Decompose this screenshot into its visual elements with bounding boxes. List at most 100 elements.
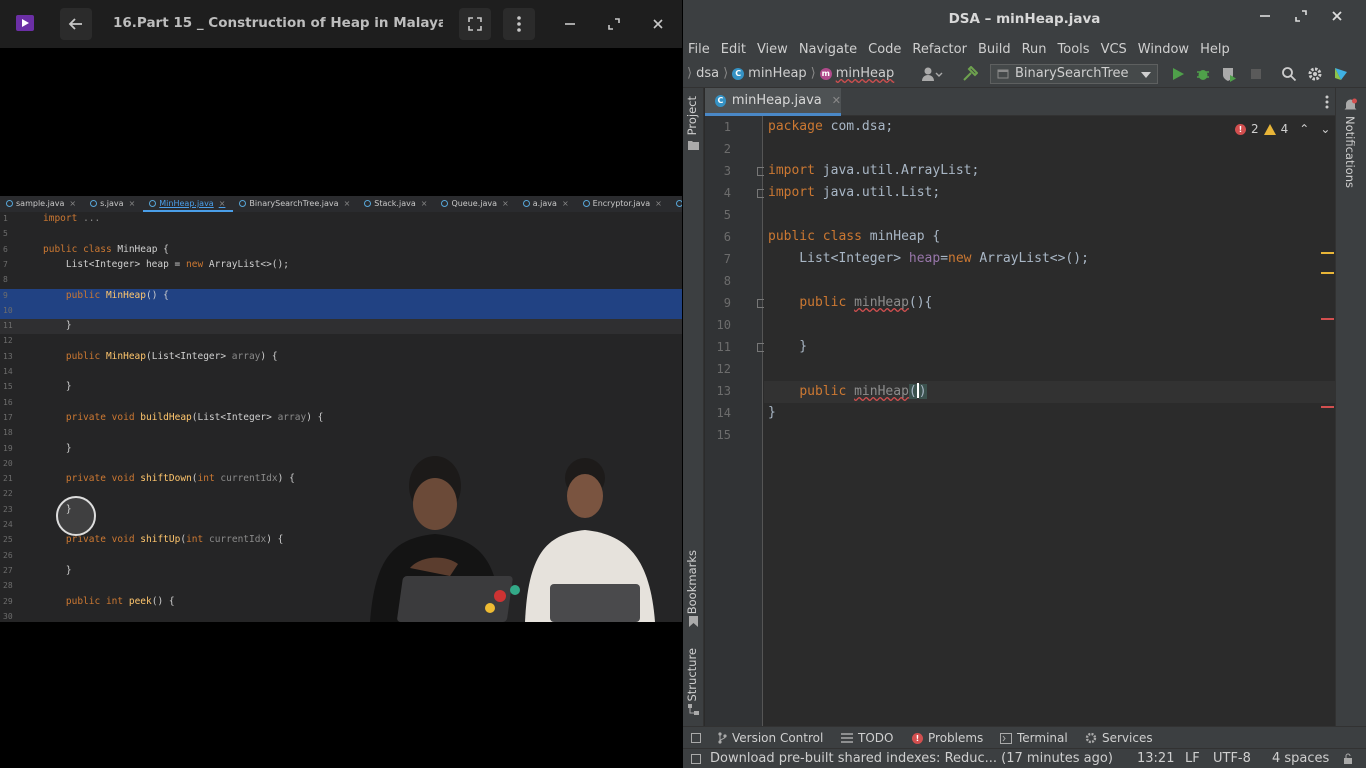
video-line-text: }: [43, 442, 72, 454]
menu-help[interactable]: Help: [1200, 42, 1230, 57]
more-options-button[interactable]: [503, 8, 535, 40]
run-with-coverage-button[interactable]: [1221, 66, 1237, 82]
bookmarks-tool-button[interactable]: Bookmarks: [685, 550, 699, 614]
menu-build[interactable]: Build: [978, 42, 1011, 57]
video-line-number: 12: [3, 336, 13, 346]
problems-tool-button[interactable]: ! Problems: [912, 731, 983, 745]
services-icon: [1085, 732, 1097, 744]
fullscreen-button[interactable]: [459, 8, 491, 40]
code-editor[interactable]: package com.dsa; import java.util.ArrayLi…: [764, 116, 1335, 726]
video-line-text: public class MinHeap {: [43, 243, 169, 255]
run-configuration-select[interactable]: BinarySearchTree: [990, 64, 1158, 84]
video-line-text: }: [43, 381, 72, 393]
video-frame[interactable]: sample.java × s.java × MinHeap.java × BinarySe…: [0, 196, 682, 622]
menu-tools[interactable]: Tools: [1058, 42, 1090, 57]
run-button[interactable]: [1170, 66, 1186, 82]
menu-edit[interactable]: Edit: [721, 42, 746, 57]
terminal-label: Terminal: [1017, 731, 1068, 745]
todo-tool-button[interactable]: TODO: [841, 731, 893, 745]
app-logo-icon: [16, 15, 34, 31]
menu-vcs[interactable]: VCS: [1101, 42, 1127, 57]
arrow-left-icon: [68, 18, 82, 30]
ide-close-button[interactable]: [1328, 10, 1346, 28]
folder-icon: [688, 141, 699, 150]
video-title: 16.Part 15 _ Construction of Heap in Mal…: [113, 15, 443, 31]
line-number: 4: [723, 186, 731, 200]
caret-position[interactable]: 13:21: [1137, 751, 1174, 766]
settings-button[interactable]: [1307, 66, 1323, 82]
video-code-line: 19 }: [0, 442, 682, 457]
warning-count: 4: [1280, 122, 1289, 136]
video-tab: BinarySearchTree.java ×: [233, 196, 358, 212]
video-line-text: }: [43, 320, 72, 332]
user-account-button[interactable]: [921, 66, 943, 82]
menu-navigate[interactable]: Navigate: [799, 42, 857, 57]
lock-icon[interactable]: [1343, 753, 1355, 765]
error-count: 2: [1251, 122, 1259, 136]
error-stripe-mark[interactable]: [1321, 318, 1334, 320]
services-tool-button[interactable]: Services: [1085, 731, 1153, 745]
video-line-number: 11: [3, 321, 13, 331]
video-line-text: private void shiftUp(int currentIdx) {: [65, 534, 284, 546]
version-control-tool-button[interactable]: Version Control: [717, 731, 823, 745]
stop-button[interactable]: [1248, 66, 1264, 82]
close-tab-icon[interactable]: ✕: [832, 94, 841, 107]
bookmark-icon: [689, 616, 698, 627]
notifications-tool-button[interactable]: Notifications: [1343, 116, 1357, 188]
back-button[interactable]: [60, 8, 92, 40]
chevron-up-icon[interactable]: ⌃: [1299, 122, 1309, 136]
breadcrumb-class[interactable]: minHeap: [748, 66, 807, 81]
menu-window[interactable]: Window: [1138, 42, 1189, 57]
build-button[interactable]: [962, 65, 979, 82]
player-close-button[interactable]: [648, 14, 668, 34]
video-line-number: 29: [3, 596, 13, 606]
file-encoding[interactable]: UTF-8: [1213, 751, 1251, 766]
menu-run[interactable]: Run: [1022, 42, 1047, 57]
player-maximize-button[interactable]: [604, 14, 624, 34]
line-number: 13: [716, 384, 731, 398]
video-line-number: 5: [3, 229, 8, 239]
project-tool-button[interactable]: Project: [685, 96, 699, 135]
ide-maximize-button[interactable]: [1292, 10, 1310, 28]
video-line-number: 18: [3, 428, 13, 438]
breadcrumb-project[interactable]: dsa: [696, 66, 719, 81]
indent-setting[interactable]: 4 spaces: [1272, 751, 1329, 766]
code-with-me-button[interactable]: [1333, 66, 1349, 82]
debug-button[interactable]: [1195, 66, 1211, 82]
video-tab: Stack.java ×: [358, 196, 435, 212]
menu-refactor[interactable]: Refactor: [912, 42, 967, 57]
chevron-down-icon[interactable]: ⌄: [1320, 122, 1330, 136]
breadcrumb-method[interactable]: minHeap: [836, 66, 895, 81]
player-minimize-button[interactable]: [560, 14, 580, 34]
terminal-tool-button[interactable]: Terminal: [1000, 731, 1068, 745]
line-separator[interactable]: LF: [1185, 751, 1200, 766]
close-icon: ×: [343, 199, 351, 208]
menu-file[interactable]: File: [688, 42, 710, 57]
structure-tool-button[interactable]: Structure: [685, 648, 699, 702]
class-icon: [441, 200, 449, 207]
video-tab-label: s.java: [100, 199, 124, 208]
video-line-number: 23: [3, 504, 13, 514]
kebab-menu-icon: [517, 16, 521, 32]
class-icon: [6, 200, 13, 207]
video-line-text: import ...: [43, 213, 101, 224]
video-line-text: public MinHeap(List<Integer> array) {: [65, 350, 278, 362]
menu-code[interactable]: Code: [868, 42, 901, 57]
status-bar: Download pre-built shared indexes: Reduc…: [683, 748, 1366, 768]
inspection-widget[interactable]: ! 2 4 ⌃ ⌄: [1235, 122, 1330, 136]
line-number-gutter[interactable]: 1 2 3 4 5 6 7 8 9 10 11 12 13 14 15: [705, 116, 766, 726]
error-stripe-mark[interactable]: [1321, 406, 1334, 408]
status-message[interactable]: Download pre-built shared indexes: Reduc…: [710, 751, 1113, 766]
panel-icon: [691, 733, 701, 743]
menu-view[interactable]: View: [757, 42, 788, 57]
tab-options-button[interactable]: [1325, 94, 1329, 113]
terminal-icon: [1000, 732, 1012, 744]
video-editor-tabs: sample.java × s.java × MinHeap.java × BinarySe…: [0, 196, 682, 212]
video-line-text: List<Integer> heap = new ArrayList<>();: [43, 258, 289, 270]
tab-minheap-java[interactable]: C minHeap.java ✕: [705, 88, 841, 116]
ide-minimize-button[interactable]: [1256, 10, 1274, 28]
error-stripe-mark[interactable]: [1321, 252, 1334, 254]
error-stripe-mark[interactable]: [1321, 272, 1334, 274]
search-everywhere-button[interactable]: [1281, 66, 1297, 82]
video-line-text: private void buildHeap(List<Integer> arr…: [65, 411, 324, 423]
